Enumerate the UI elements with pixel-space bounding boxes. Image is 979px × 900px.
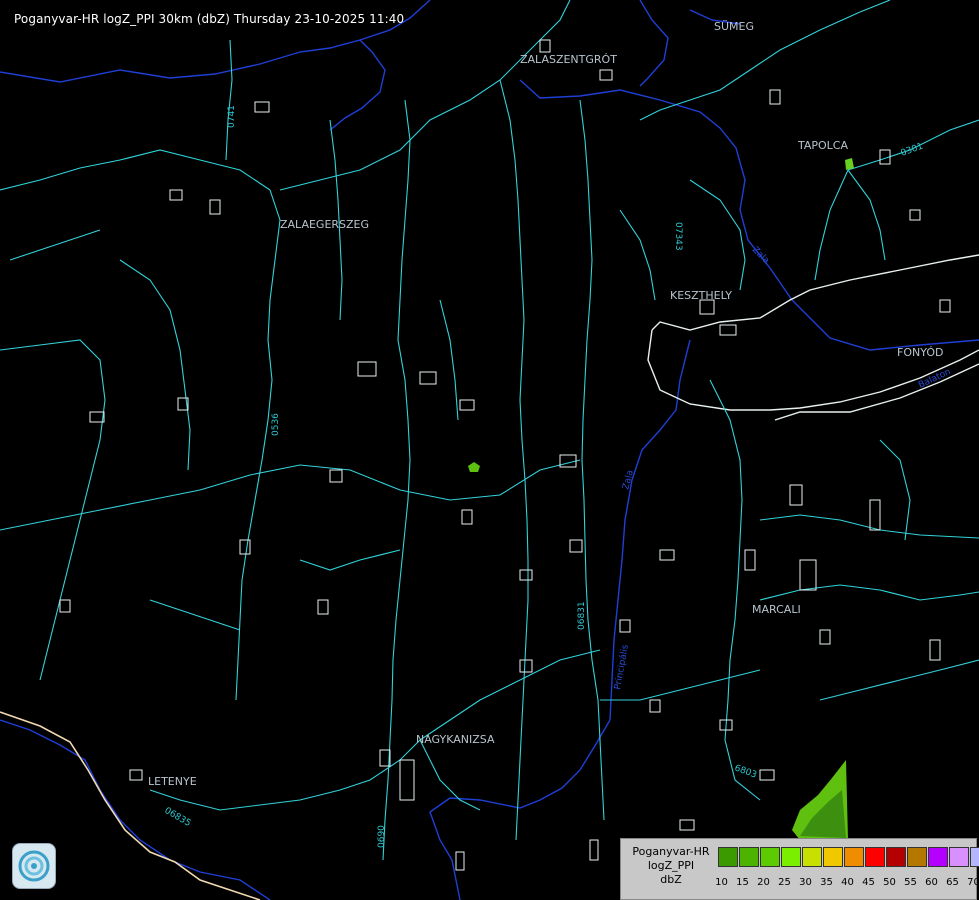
legend-swatch (886, 847, 906, 867)
legend-swatch (949, 847, 969, 867)
town-label-nagykanizsa: NAGYKANIZSA (416, 733, 495, 746)
town-label-keszthely: KESZTHELY (670, 289, 732, 302)
radar-map: SÜMEG ZALASZENTGRÓT TAPOLCA ZALAEGERSZEG… (0, 0, 979, 900)
legend-tick-label: 65 (946, 877, 959, 888)
legend-swatch (760, 847, 780, 867)
lake-balaton-outline (647, 254, 979, 421)
legend-tick-label: 30 (799, 877, 812, 888)
legend-title: Poganyvar-HR logZ_PPI dbZ (625, 845, 717, 887)
legend-swatch (844, 847, 864, 867)
legend-swatch (823, 847, 843, 867)
town-label-zalaszentgrot: ZALASZENTGRÓT (520, 53, 617, 66)
legend-tick-label: 70 (967, 877, 979, 888)
town-label-letenye: LETENYE (148, 775, 197, 788)
legend-swatch (970, 847, 979, 867)
legend-swatch (928, 847, 948, 867)
radar-title: Poganyvar-HR logZ_PPI 30km (dbZ) Thursda… (14, 12, 405, 26)
legend-tick-label: 10 (715, 877, 728, 888)
legend-swatch (739, 847, 759, 867)
legend-tick-label: 55 (904, 877, 917, 888)
town-label-fonyod: FONYÓD (897, 346, 943, 359)
legend-tick-label: 50 (883, 877, 896, 888)
road-label: 0536 (271, 413, 281, 436)
road-label: 0690 (377, 825, 387, 848)
legend-swatch (802, 847, 822, 867)
road-label: 06835 (163, 806, 193, 829)
town-label-marcali: MARCALI (752, 603, 801, 616)
road-label: 0301 (900, 142, 925, 159)
radar-logo-icon (12, 843, 56, 889)
legend-tick-label: 20 (757, 877, 770, 888)
road-label: 6803 (733, 763, 758, 780)
color-legend: Poganyvar-HR logZ_PPI dbZ 10 15 20 25 30 35 40… (620, 838, 979, 900)
legend-tick-label: 15 (736, 877, 749, 888)
map-canvas: SÜMEG ZALASZENTGRÓT TAPOLCA ZALAEGERSZEG… (0, 0, 979, 900)
town-label-tapolca: TAPOLCA (797, 139, 848, 152)
river-label: Principális (613, 644, 631, 691)
legend-tick-label: 25 (778, 877, 791, 888)
legend-swatch (718, 847, 738, 867)
legend-swatch (907, 847, 927, 867)
echo-spot-tapolca (845, 158, 854, 170)
legend-swatch (865, 847, 885, 867)
legend-color-bar (718, 847, 979, 867)
river-label: Zala (750, 245, 771, 266)
river-lines (0, 0, 979, 900)
legend-ticks: 10 15 20 25 30 35 40 45 50 55 60 65 70 (711, 877, 979, 888)
road-label: 06831 (577, 601, 587, 630)
legend-swatch (781, 847, 801, 867)
legend-unit: dbZ (660, 873, 682, 886)
legend-tick-label: 40 (841, 877, 854, 888)
settlement-outlines (59, 39, 951, 871)
road-network (0, 0, 979, 861)
town-label-sumeg: SÜMEG (714, 20, 754, 33)
echo-spot-central (468, 462, 480, 472)
legend-title-line1: Poganyvar-HR (632, 845, 710, 858)
legend-title-line2: logZ_PPI (647, 859, 695, 872)
legend-tick-label: 60 (925, 877, 938, 888)
legend-tick-label: 45 (862, 877, 875, 888)
river-label: Zala (621, 469, 636, 491)
town-label-zalaegerszeg: ZALAEGERSZEG (280, 218, 369, 231)
legend-tick-label: 35 (820, 877, 833, 888)
road-label: 0741 (227, 105, 237, 128)
road-label: 07343 (673, 222, 683, 251)
